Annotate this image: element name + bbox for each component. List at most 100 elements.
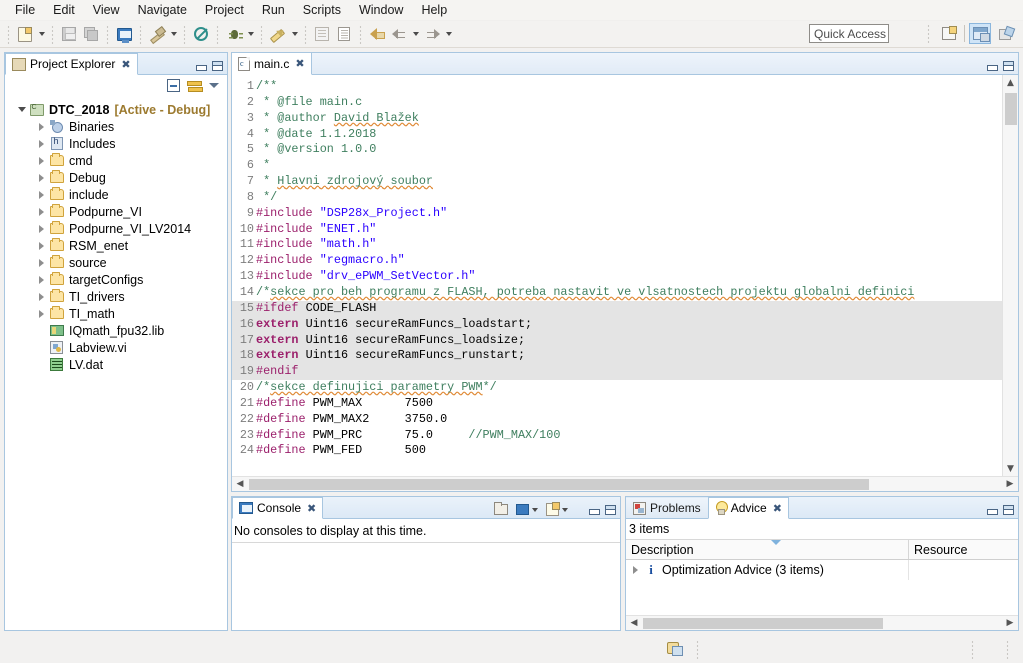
code-line[interactable]: 13 #include "drv_ePWM_SetVector.h" bbox=[232, 269, 1002, 285]
expand-twisty-icon[interactable] bbox=[35, 224, 48, 233]
display-selected-console-icon[interactable] bbox=[516, 504, 529, 515]
forward-button[interactable] bbox=[421, 23, 443, 45]
tree-item-labview-vi[interactable]: Labview.vi bbox=[5, 339, 227, 356]
code-line[interactable]: 10 #include "ENET.h" bbox=[232, 222, 1002, 238]
tree-item-ti-drivers[interactable]: TI_drivers bbox=[5, 288, 227, 305]
expand-twisty-icon[interactable] bbox=[35, 292, 48, 301]
debug-dropdown-arrow[interactable] bbox=[245, 23, 256, 45]
editor-vertical-scrollbar[interactable]: ▲ ▼ bbox=[1002, 75, 1018, 476]
scroll-left-icon[interactable]: ◀ bbox=[232, 479, 248, 489]
code-line[interactable]: 17 extern Uint16 secureRamFuncs_loadsize; bbox=[232, 332, 1002, 349]
column-header-description[interactable]: Description bbox=[626, 540, 909, 559]
code-line[interactable]: 6 * bbox=[232, 158, 1002, 174]
new-dropdown-arrow[interactable] bbox=[36, 23, 47, 45]
horizontal-scroll-thumb[interactable] bbox=[249, 479, 869, 490]
tree-item-rsm-enet[interactable]: RSM_enet bbox=[5, 237, 227, 254]
tab-console[interactable]: Console ✖ bbox=[232, 497, 324, 519]
editor-horizontal-scrollbar[interactable]: ◀ ▶ bbox=[232, 476, 1018, 491]
code-line[interactable]: 21 #define PWM_MAX 7500 bbox=[232, 396, 1002, 412]
code-line[interactable]: 1/** bbox=[232, 79, 1002, 95]
collapse-twisty-icon[interactable] bbox=[15, 107, 28, 112]
close-icon[interactable]: ✖ bbox=[307, 502, 316, 515]
scroll-up-icon[interactable]: ▲ bbox=[1003, 75, 1019, 90]
menu-item-help[interactable]: Help bbox=[412, 1, 456, 20]
quick-access-input[interactable]: Quick Access bbox=[809, 24, 889, 43]
build-dropdown-arrow[interactable] bbox=[168, 23, 179, 45]
display-console-dropdown-arrow[interactable] bbox=[532, 507, 538, 512]
tree-item-targetconfigs[interactable]: targetConfigs bbox=[5, 271, 227, 288]
code-line[interactable]: 12 #include "regmacro.h" bbox=[232, 253, 1002, 269]
expand-twisty-icon[interactable] bbox=[35, 207, 48, 216]
maximize-icon[interactable] bbox=[1003, 505, 1014, 515]
maximize-icon[interactable] bbox=[212, 61, 223, 71]
code-line[interactable]: 4 * @date 1.1.2018 bbox=[232, 127, 1002, 143]
console-output-area[interactable] bbox=[232, 543, 620, 630]
code-line[interactable]: 24 #define PWM_FED 500 bbox=[232, 443, 1002, 459]
code-line[interactable]: 9 #include "DSP28x_Project.h" bbox=[232, 206, 1002, 222]
maximize-icon[interactable] bbox=[1003, 61, 1014, 71]
tree-item-debug[interactable]: Debug bbox=[5, 169, 227, 186]
menu-item-scripts[interactable]: Scripts bbox=[294, 1, 350, 20]
menu-item-view[interactable]: View bbox=[84, 1, 129, 20]
tree-item-cmd[interactable]: cmd bbox=[5, 152, 227, 169]
tree-item-source[interactable]: source bbox=[5, 254, 227, 271]
scroll-left-icon[interactable]: ◀ bbox=[626, 618, 642, 628]
toolbar-grip[interactable] bbox=[7, 24, 10, 44]
menu-item-edit[interactable]: Edit bbox=[44, 1, 84, 20]
tab-problems[interactable]: Problems bbox=[626, 497, 708, 519]
minimize-icon[interactable] bbox=[986, 506, 998, 515]
vertical-scroll-thumb[interactable] bbox=[1005, 93, 1017, 125]
debug-button[interactable] bbox=[223, 23, 245, 45]
menu-item-navigate[interactable]: Navigate bbox=[129, 1, 196, 20]
code-line[interactable]: 23 #define PWM_PRC 75.0 //PWM_MAX/100 bbox=[232, 428, 1002, 444]
table-row[interactable]: i Optimization Advice (3 items) bbox=[626, 560, 1018, 580]
expand-twisty-icon[interactable] bbox=[35, 275, 48, 284]
last-edit-button[interactable] bbox=[366, 23, 388, 45]
code-line[interactable]: 11 #include "math.h" bbox=[232, 237, 1002, 253]
back-button[interactable] bbox=[388, 23, 410, 45]
save-button[interactable] bbox=[58, 23, 80, 45]
code-line[interactable]: 3 * @author David Blažek bbox=[232, 111, 1002, 127]
expand-twisty-icon[interactable] bbox=[35, 139, 48, 148]
tree-item-includes[interactable]: Includes bbox=[5, 135, 227, 152]
status-grip-3[interactable] bbox=[1006, 639, 1009, 659]
code-line[interactable]: 14/*sekce pro beh programu z FLASH, potr… bbox=[232, 285, 1002, 301]
expand-twisty-icon[interactable] bbox=[35, 173, 48, 182]
perspective-ccs-edit[interactable] bbox=[969, 23, 991, 44]
view-menu-icon[interactable] bbox=[209, 83, 219, 88]
expand-twisty-icon[interactable] bbox=[35, 190, 48, 199]
run-dropdown-arrow[interactable] bbox=[289, 23, 300, 45]
code-lines[interactable]: 1/** 2 * @file main.c 3 * @author David Bl… bbox=[232, 75, 1002, 476]
open-console-icon[interactable] bbox=[494, 502, 508, 515]
code-line[interactable]: 19 #endif bbox=[232, 364, 1002, 381]
tree-item-binaries[interactable]: Binaries bbox=[5, 118, 227, 135]
build-status-button[interactable] bbox=[660, 637, 690, 661]
code-line[interactable]: 7 * Hlavni zdrojový soubor bbox=[232, 174, 1002, 190]
horizontal-scroll-thumb[interactable] bbox=[643, 618, 883, 629]
status-grip-2[interactable] bbox=[971, 639, 974, 659]
expand-twisty-icon[interactable] bbox=[35, 156, 48, 165]
maximize-icon[interactable] bbox=[605, 505, 616, 515]
code-line[interactable]: 2 * @file main.c bbox=[232, 95, 1002, 111]
menu-item-run[interactable]: Run bbox=[253, 1, 294, 20]
tab-main-c[interactable]: main.c ✖ bbox=[232, 53, 312, 75]
scroll-down-icon[interactable]: ▼ bbox=[1003, 461, 1019, 476]
expand-twisty-icon[interactable] bbox=[626, 566, 644, 574]
tree-item-lv-dat[interactable]: LV.dat bbox=[5, 356, 227, 373]
code-line[interactable]: 22 #define PWM_MAX2 3750.0 bbox=[232, 412, 1002, 428]
expand-twisty-icon[interactable] bbox=[35, 241, 48, 250]
tab-advice[interactable]: Advice ✖ bbox=[707, 497, 789, 519]
close-icon[interactable]: ✖ bbox=[773, 502, 782, 515]
close-icon[interactable]: ✖ bbox=[121, 58, 130, 71]
new-target-config-button[interactable] bbox=[113, 23, 135, 45]
properties-button[interactable] bbox=[333, 23, 355, 45]
build-button[interactable] bbox=[146, 23, 168, 45]
code-line[interactable]: 18 extern Uint16 secureRamFuncs_runstart; bbox=[232, 348, 1002, 365]
code-line[interactable]: 16 extern Uint16 secureRamFuncs_loadstart… bbox=[232, 316, 1002, 333]
forward-dropdown-arrow[interactable] bbox=[443, 23, 454, 45]
tree-item-podpurne-vi-lv2014[interactable]: Podpurne_VI_LV2014 bbox=[5, 220, 227, 237]
perspective-ccs-debug[interactable] bbox=[995, 23, 1017, 44]
tree-item-podpurne-vi[interactable]: Podpurne_VI bbox=[5, 203, 227, 220]
run-button[interactable] bbox=[267, 23, 289, 45]
menu-item-window[interactable]: Window bbox=[350, 1, 412, 20]
